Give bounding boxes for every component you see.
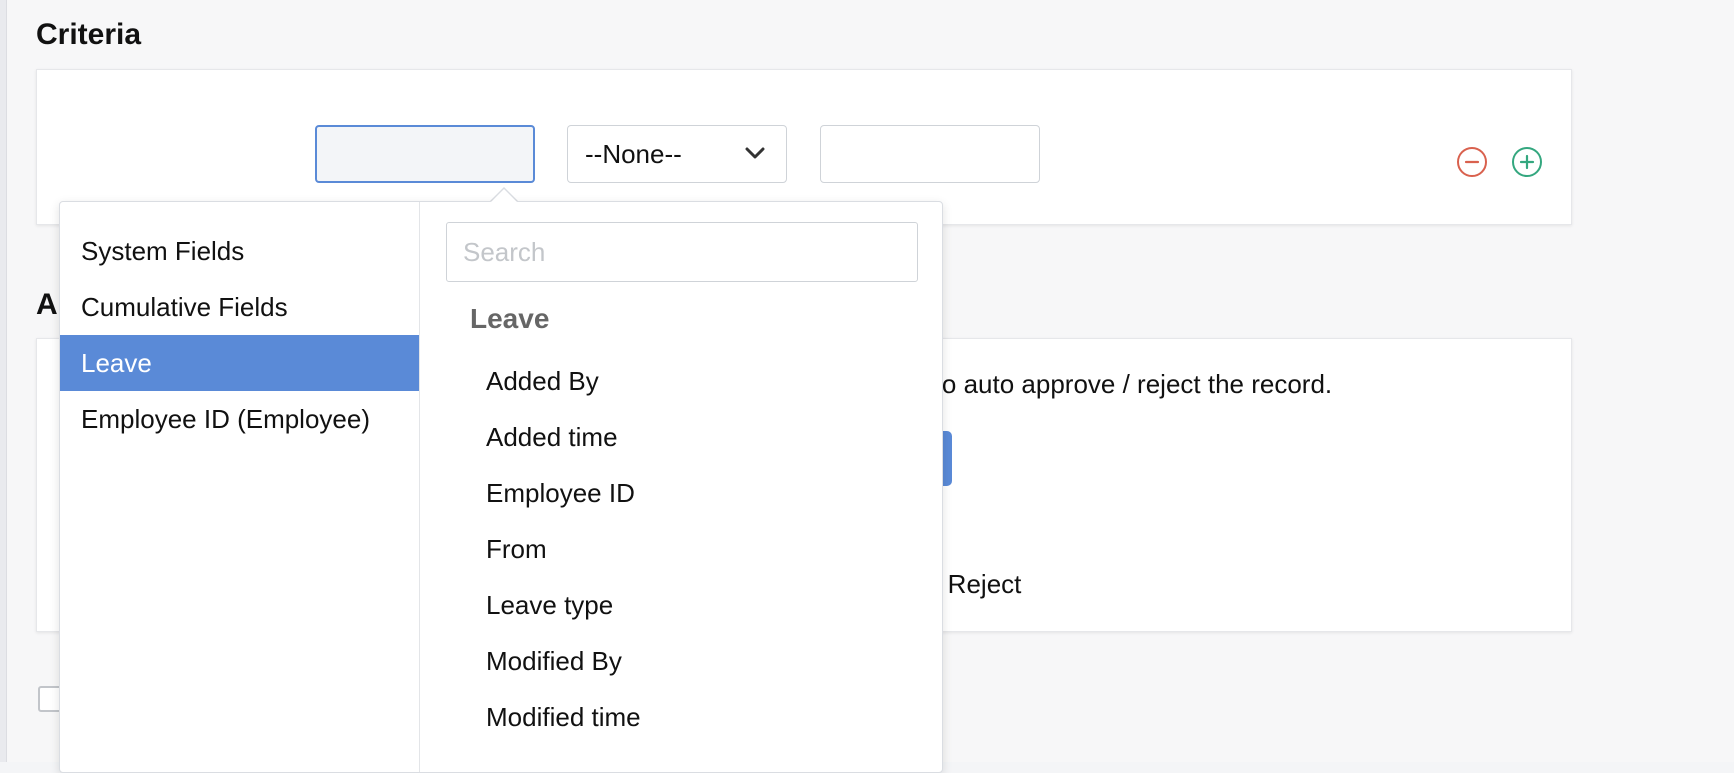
field-option-added-time[interactable]: Added time [486,422,618,453]
remove-criteria-button[interactable] [1457,147,1487,177]
field-selector-dropdown: System Fields Cumulative Fields Leave Em… [59,201,943,773]
category-employee-id[interactable]: Employee ID (Employee) [60,391,419,447]
dropdown-pointer-fill [490,189,518,203]
field-option-modified-by[interactable]: Modified By [486,646,622,677]
field-option-employee-id[interactable]: Employee ID [486,478,635,509]
actions-description: n to auto approve / reject the record. [913,369,1333,399]
field-group-heading: Leave [470,303,550,334]
category-system-fields[interactable]: System Fields [60,223,419,279]
category-cumulative-fields[interactable]: Cumulative Fields [60,279,419,335]
field-option-added-by[interactable]: Added By [486,366,599,397]
add-criteria-button[interactable] [1512,147,1542,177]
criteria-operator-select[interactable]: --None-- [567,125,787,183]
field-option-from[interactable]: From [486,534,547,565]
actions-heading: A [36,288,58,321]
field-search-input[interactable] [446,222,918,282]
field-option-leave-type[interactable]: Leave type [486,590,613,621]
category-list: System Fields Cumulative Fields Leave Em… [60,202,420,772]
criteria-heading: Criteria [36,18,142,51]
operator-selected-value: --None-- [585,138,682,169]
category-leave[interactable]: Leave [60,335,419,391]
plus-icon [1519,154,1535,170]
left-edge-divider [0,0,7,762]
criteria-field-input[interactable] [315,125,535,183]
minus-icon [1464,160,1480,164]
field-option-modified-time[interactable]: Modified time [486,702,641,733]
chevron-down-icon [745,147,765,159]
criteria-value-input[interactable] [820,125,1040,183]
